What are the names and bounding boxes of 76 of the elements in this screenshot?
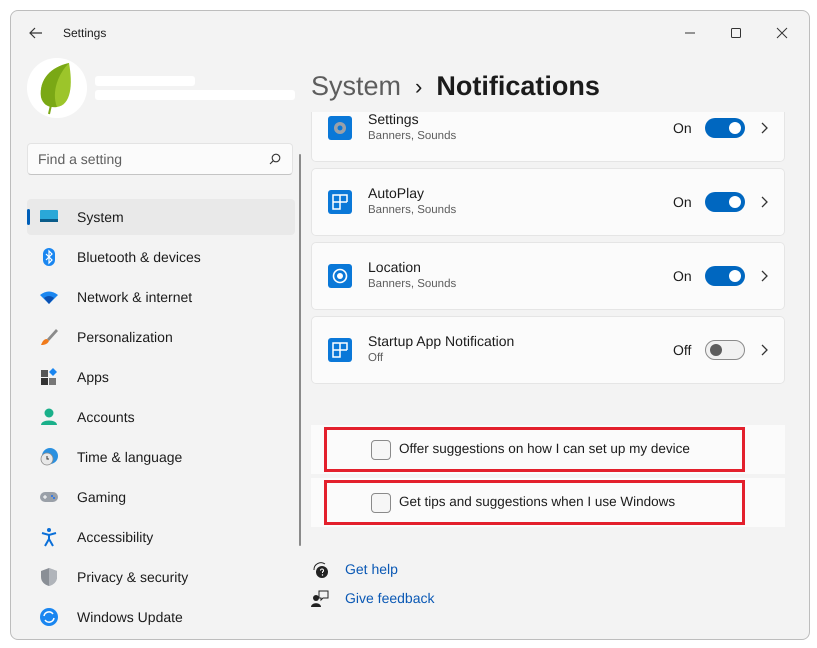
selection-indicator bbox=[27, 209, 30, 225]
sidebar-label: Personalization bbox=[77, 328, 173, 346]
brush-icon bbox=[39, 327, 59, 347]
breadcrumb-separator: › bbox=[415, 72, 422, 100]
toggle-switch[interactable] bbox=[705, 340, 745, 360]
checkbox[interactable] bbox=[371, 492, 391, 512]
sidebar-label: Time & language bbox=[77, 448, 182, 467]
app-detail: Off bbox=[368, 351, 384, 366]
chevron-right-icon bbox=[761, 122, 768, 134]
update-icon bbox=[39, 607, 59, 627]
window-title: Settings bbox=[63, 24, 106, 42]
app-name: Location bbox=[368, 258, 422, 276]
search-icon bbox=[269, 153, 281, 165]
chevron-right-icon bbox=[761, 344, 768, 356]
back-arrow-icon bbox=[29, 26, 43, 38]
toggle-state-label: On bbox=[673, 266, 693, 286]
sidebar-item[interactable]: Accounts bbox=[27, 399, 295, 435]
app-detail: Banners, Sounds bbox=[368, 203, 458, 218]
person-icon bbox=[39, 407, 59, 427]
app-detail: Banners, Sounds bbox=[368, 129, 458, 144]
sidebar-label: System bbox=[77, 208, 124, 227]
breadcrumb-parent[interactable]: System bbox=[311, 66, 402, 106]
target-icon bbox=[328, 264, 352, 288]
sidebar-item[interactable]: Apps bbox=[27, 359, 295, 395]
close-icon bbox=[776, 26, 788, 38]
sidebar-item[interactable]: Gaming bbox=[27, 479, 295, 515]
sidebar-label: Bluetooth & devices bbox=[77, 248, 201, 266]
page-title: Notifications bbox=[436, 70, 600, 103]
app-notification-card[interactable]: Settings Banners, Sounds On bbox=[311, 112, 785, 162]
link[interactable]: Get help bbox=[345, 559, 398, 580]
app-name: Settings bbox=[368, 112, 420, 128]
app-name: Startup App Notification bbox=[368, 332, 516, 350]
sidebar-item[interactable]: Accessibility bbox=[27, 519, 295, 555]
checkbox[interactable] bbox=[371, 440, 391, 460]
sidebar-item[interactable]: Privacy & security bbox=[27, 559, 295, 595]
maximize-icon bbox=[730, 26, 742, 38]
toggle-state-label: Off bbox=[673, 340, 692, 360]
sidebar-item[interactable]: Windows Update bbox=[27, 599, 295, 635]
clock-globe-icon bbox=[39, 447, 59, 467]
sidebar-item[interactable]: Bluetooth & devices bbox=[27, 239, 295, 275]
accessibility-icon bbox=[39, 527, 59, 547]
toggle-state-label: On bbox=[673, 192, 693, 212]
sidebar-label: Windows Update bbox=[77, 608, 183, 627]
toggle-state-label: On bbox=[673, 118, 693, 138]
sidebar-item[interactable]: Time & language bbox=[27, 439, 295, 475]
chevron-right-icon bbox=[761, 270, 768, 282]
checkbox-label: Offer suggestions on how I can set up my device bbox=[399, 440, 690, 458]
link[interactable]: Give feedback bbox=[345, 588, 434, 609]
shield-icon bbox=[39, 567, 59, 587]
sidebar-label: Apps bbox=[77, 368, 109, 387]
app-name: AutoPlay bbox=[368, 184, 426, 202]
help-icon bbox=[311, 560, 329, 578]
app-detail: Banners, Sounds bbox=[368, 277, 458, 292]
sidebar-label: Accessibility bbox=[77, 528, 154, 547]
search-field[interactable]: Find a setting bbox=[27, 143, 293, 175]
grid-icon bbox=[328, 338, 352, 362]
grid-icon bbox=[328, 190, 352, 214]
chevron-right-icon bbox=[761, 196, 768, 208]
checkbox-label: Get tips and suggestions when I use Windows bbox=[399, 493, 676, 512]
sidebar-item[interactable]: Network & internet bbox=[27, 279, 295, 315]
apps-icon bbox=[39, 367, 59, 387]
toggle-switch[interactable] bbox=[705, 192, 745, 212]
toggle-switch[interactable] bbox=[705, 266, 745, 286]
app-notification-card[interactable]: Startup App Notification Off Off bbox=[311, 316, 785, 384]
sidebar-item[interactable]: Personalization bbox=[27, 319, 295, 355]
sidebar-label: Accounts bbox=[77, 408, 135, 426]
gear-icon bbox=[328, 116, 352, 140]
toggle-switch[interactable] bbox=[705, 118, 745, 138]
sidebar-label: Gaming bbox=[77, 488, 126, 507]
sidebar-item[interactable]: System bbox=[27, 199, 295, 235]
app-notification-card[interactable]: Location Banners, Sounds On bbox=[311, 242, 785, 310]
scrollbar[interactable] bbox=[299, 154, 301, 546]
sidebar-label: Network & internet bbox=[77, 288, 192, 306]
sidebar-label: Privacy & security bbox=[77, 568, 188, 587]
app-notification-card[interactable]: AutoPlay Banners, Sounds On bbox=[311, 168, 785, 236]
feedback-icon bbox=[311, 590, 329, 608]
